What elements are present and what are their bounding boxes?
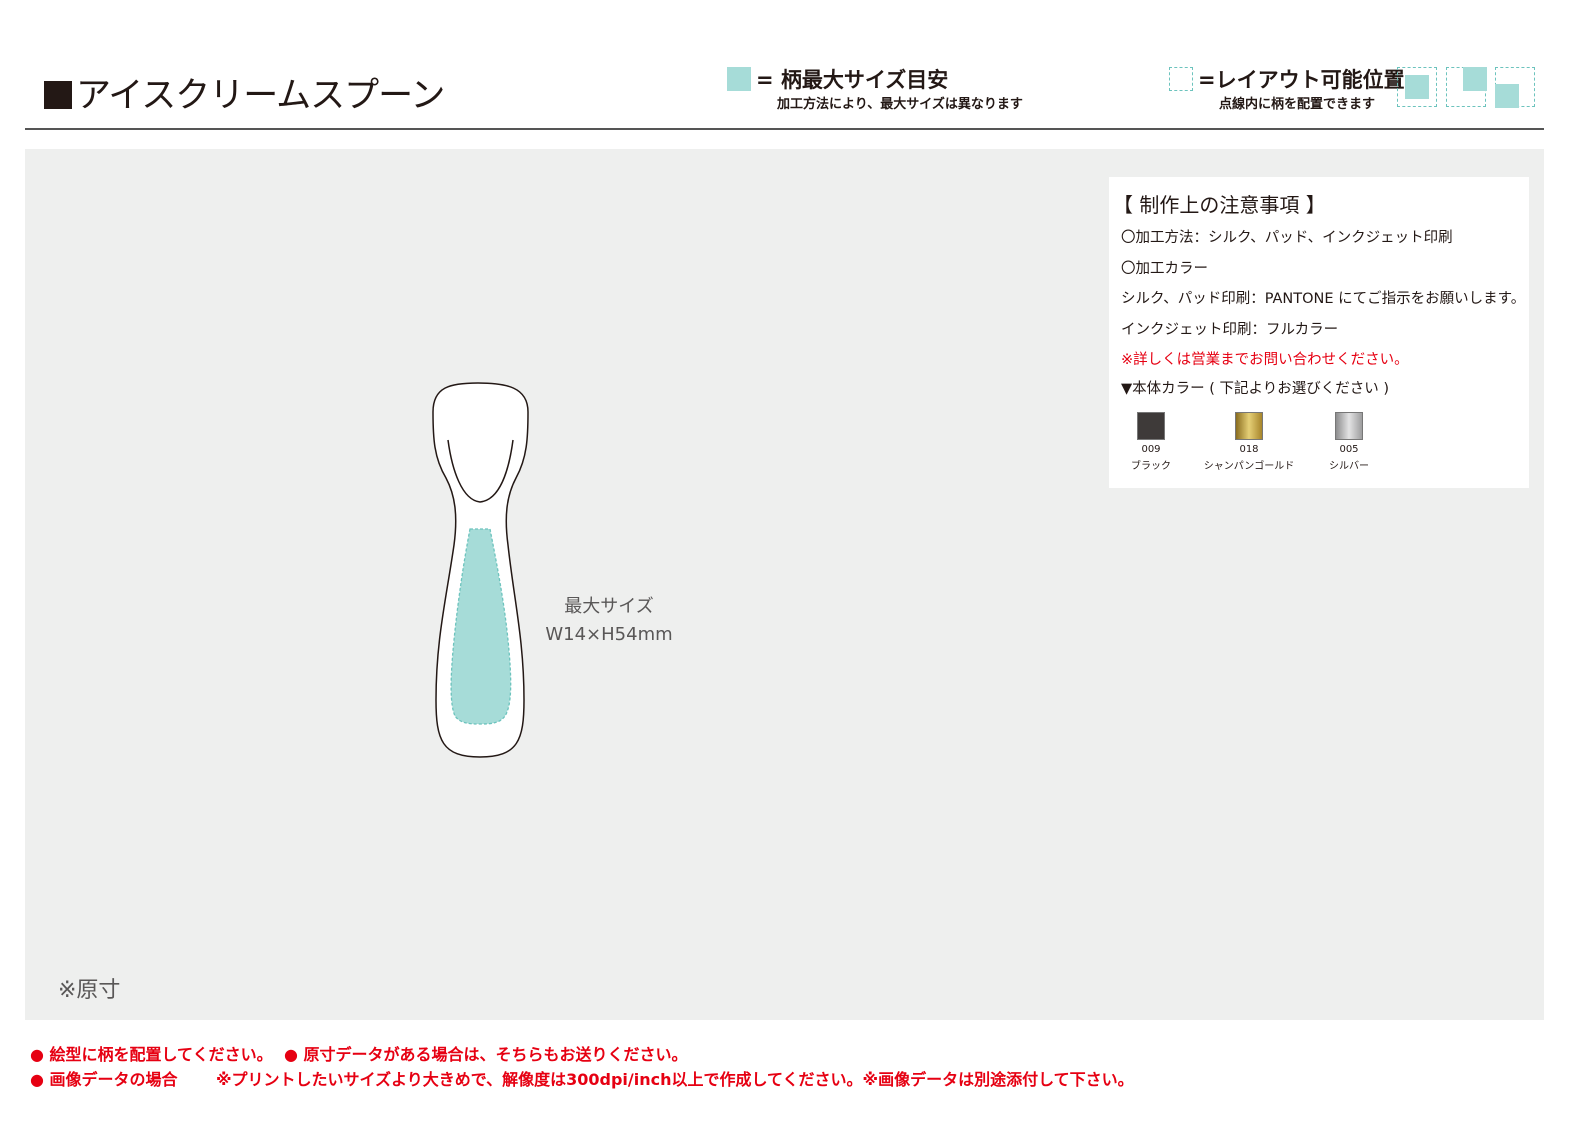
footer-note-layout: ● 絵型に柄を配置してください。	[30, 1045, 273, 1064]
notes-warning: ※詳しくは営業までお問い合わせください。	[1121, 352, 1409, 368]
footer-note-original-data: ● 原寸データがある場合は、そちらもお送りください。	[284, 1045, 688, 1064]
color-code: 005	[1339, 444, 1359, 455]
footer-note-resolution: ※プリントしたいサイズより大きめで、解像度は300dpi/inch以上で作成して…	[216, 1070, 1134, 1089]
notes-heading: 【 制作上の注意事項 】	[1113, 193, 1326, 217]
title-square-mark	[44, 81, 72, 109]
color-swatch-silver	[1335, 412, 1363, 440]
page-title-text: アイスクリームスプーン	[76, 76, 445, 116]
notes-line: インクジェット印刷：フルカラー	[1121, 322, 1339, 338]
header-divider	[25, 128, 1544, 130]
layout-example-bottom	[1495, 67, 1535, 108]
layout-legend-note: 点線内に柄を配置できます	[1219, 97, 1376, 112]
layout-legend-swatch	[1169, 67, 1193, 91]
notes-line: 〇加工方法：シルク、パッド、インクジェット印刷	[1121, 230, 1453, 246]
layout-legend-title: =レイアウト可能位置	[1198, 68, 1405, 92]
max-size-value: W14×H54mm	[545, 624, 673, 645]
spoon-outline	[432, 382, 529, 758]
max-size-legend-note: 加工方法により、最大サイズは異なります	[777, 97, 1023, 112]
original-size-note: ※原寸	[58, 978, 121, 1003]
max-size-label: 最大サイズ	[564, 596, 654, 617]
max-size-legend-swatch	[727, 67, 751, 91]
color-name: シルバー	[1329, 461, 1369, 472]
notes-line: シルク、パッド印刷：PANTONE にてご指示をお願いします。	[1121, 291, 1526, 307]
color-swatch-black	[1137, 412, 1165, 440]
layout-example-top	[1446, 67, 1487, 107]
color-swatch-champagne-gold	[1235, 412, 1263, 440]
max-size-legend-title: = 柄最大サイズ目安	[756, 68, 949, 92]
notes-line: 〇加工カラー	[1121, 261, 1208, 277]
page-title: アイスクリームスプーン	[44, 74, 445, 118]
production-notes: 【 制作上の注意事項 】 〇加工方法：シルク、パッド、インクジェット印刷 〇加工…	[1109, 177, 1529, 488]
footer-note-image-data: ● 画像データの場合	[30, 1070, 178, 1089]
layout-example-center	[1397, 67, 1437, 107]
body-colors-heading: ▼本体カラー ( 下記よりお選びください )	[1121, 381, 1390, 397]
